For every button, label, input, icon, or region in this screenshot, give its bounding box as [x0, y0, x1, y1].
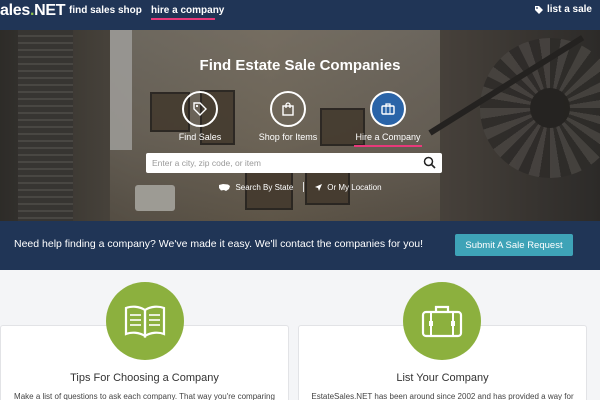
open-book-icon: [124, 305, 166, 338]
logo-text-suffix: NET: [34, 2, 66, 19]
tips-circle: [106, 282, 184, 360]
category-hire-a-company[interactable]: Hire a Company: [338, 91, 438, 147]
list-a-sale-link[interactable]: list a sale: [534, 4, 592, 15]
nav-link-shop[interactable]: shop: [118, 5, 142, 16]
list-company-circle: [403, 282, 481, 360]
search-by-state-link[interactable]: Search By State: [218, 183, 293, 192]
search-icon[interactable]: [423, 156, 436, 169]
top-navigation-bar: ales.NET find sales shop hire a company …: [0, 0, 600, 30]
tag-icon: [193, 102, 207, 116]
category-label: Find Sales: [178, 132, 222, 142]
my-location-label: Or My Location: [327, 182, 382, 192]
hero-section: Find Estate Sale Companies Find Sales Sh…: [0, 30, 600, 221]
nav-link-hire-a-company[interactable]: hire a company: [151, 5, 224, 16]
hero-title: Find Estate Sale Companies: [199, 57, 401, 74]
help-banner-text: Need help finding a company? We've made …: [14, 238, 424, 250]
usa-map-icon: [219, 183, 231, 191]
card-title: List Your Company: [396, 372, 489, 384]
card-title: Tips For Choosing a Company: [70, 372, 219, 384]
category-label: Shop for Items: [258, 132, 318, 142]
help-banner: Need help finding a company? We've made …: [0, 221, 600, 270]
nav-active-underline: [151, 18, 215, 20]
location-arrow-icon: [315, 183, 323, 191]
search-by-state-label: Search By State: [235, 182, 294, 192]
search-input[interactable]: [152, 156, 412, 170]
logo-text-prefix: ales: [0, 2, 30, 19]
search-options: Search By State Or My Location: [0, 182, 600, 192]
nav-link-find-sales[interactable]: find sales: [69, 5, 115, 16]
search-options-divider: [303, 182, 305, 192]
category-circle: [270, 91, 306, 127]
card-text: Make a list of questions to ask each com…: [14, 392, 275, 400]
category-shop-for-items[interactable]: Shop for Items: [238, 91, 338, 142]
card-text: EstateSales.NET has been around since 20…: [311, 392, 574, 400]
category-active-underline: [354, 145, 422, 147]
briefcase-icon: [381, 103, 395, 115]
list-a-sale-label: list a sale: [546, 4, 592, 15]
tag-icon: [534, 5, 543, 14]
category-find-sales[interactable]: Find Sales: [150, 91, 250, 142]
shopping-bag-icon: [282, 102, 294, 116]
category-circle: [182, 91, 218, 127]
site-logo[interactable]: ales.NET: [0, 2, 66, 20]
category-label: Hire a Company: [355, 132, 421, 142]
my-location-link[interactable]: Or My Location: [314, 182, 382, 192]
suitcase-icon: [421, 305, 463, 338]
category-circle-active: [370, 91, 406, 127]
search-box: [146, 153, 442, 173]
submit-sale-request-button[interactable]: Submit A Sale Request: [455, 234, 573, 256]
